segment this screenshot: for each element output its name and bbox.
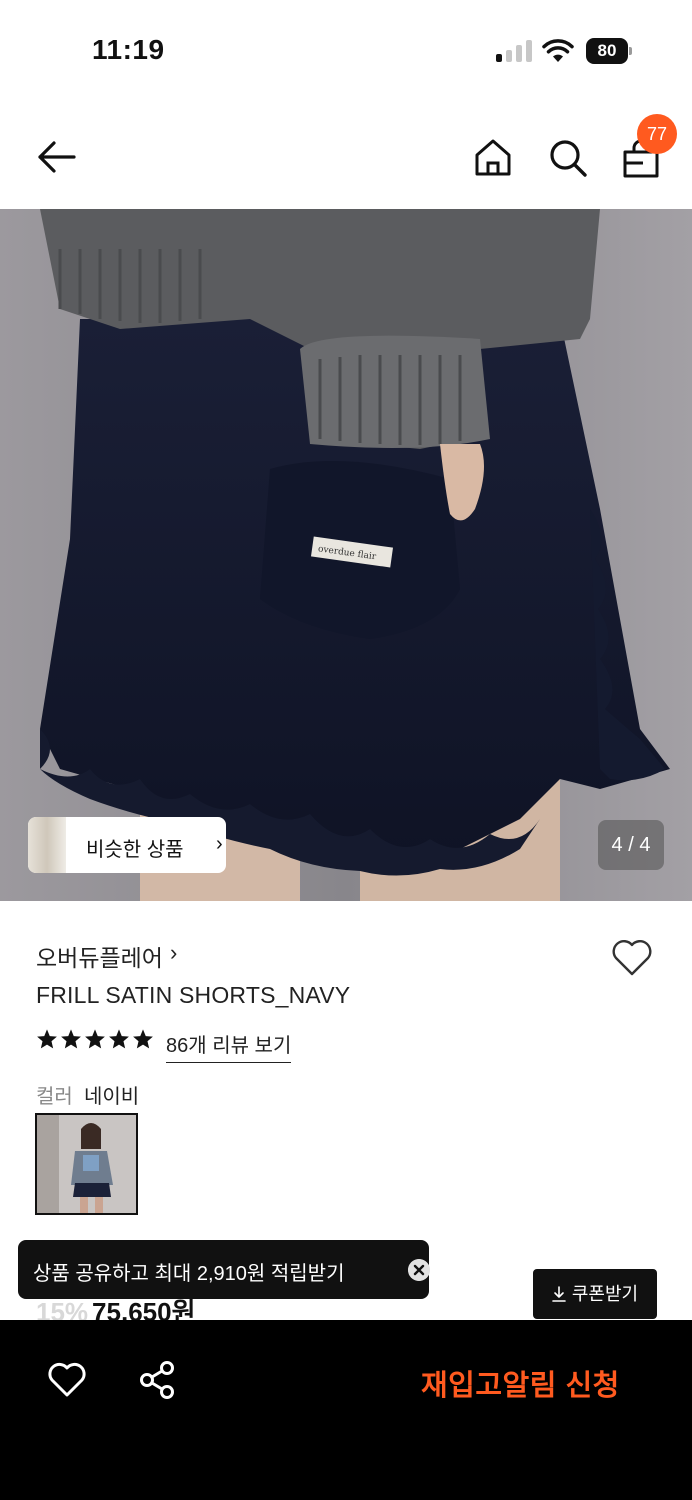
swatch-photo <box>37 1115 136 1213</box>
rating-stars <box>36 1028 154 1058</box>
cellular-signal-icon <box>496 40 532 62</box>
wifi-icon <box>542 39 574 62</box>
review-link[interactable]: 86개 리뷰 보기 <box>166 1029 292 1063</box>
status-time: 11:19 <box>92 34 165 65</box>
battery-level: 80 <box>586 38 628 64</box>
color-label: 컬러 <box>36 1086 73 1108</box>
share-reward-toast[interactable]: 상품 공유하고 최대 2,910원 적립받기 <box>18 1240 430 1299</box>
product-name: FRILL SATIN SHORTS_NAVY <box>36 982 351 1008</box>
star-icon <box>85 1029 105 1049</box>
status-bar: 11:19 80 <box>0 0 692 100</box>
chevron-right-icon: › <box>170 940 178 965</box>
brand-link[interactable]: 오버듀플레어 <box>36 939 163 973</box>
color-swatch-navy[interactable] <box>35 1113 138 1215</box>
product-image[interactable]: overdue flair <box>0 209 692 901</box>
heart-icon[interactable] <box>47 1360 87 1398</box>
coupon-download-button[interactable]: 쿠폰받기 <box>533 1269 657 1319</box>
similar-products-button[interactable]: 비슷한 상품 › <box>28 817 226 873</box>
sale-price: 75,650원 <box>92 1297 196 1322</box>
download-icon <box>552 1286 566 1302</box>
image-page-indicator: 4 / 4 <box>598 820 664 870</box>
chevron-right-icon: › <box>216 833 223 855</box>
bottom-action-bar <box>0 1320 692 1500</box>
similar-products-thumbnail <box>28 817 66 873</box>
share-reward-text: 상품 공유하고 최대 2,910원 적립받기 <box>33 1263 345 1285</box>
product-photo: overdue flair <box>0 209 692 901</box>
cart-count-badge: 77 <box>637 114 677 154</box>
close-icon[interactable] <box>408 1259 430 1281</box>
color-value: 네이비 <box>84 1086 140 1108</box>
star-icon <box>37 1029 57 1049</box>
discount-rate: 15% <box>36 1297 89 1322</box>
star-icon <box>109 1029 129 1049</box>
search-icon[interactable] <box>546 136 590 180</box>
back-arrow-icon[interactable] <box>34 135 78 179</box>
heart-icon[interactable] <box>610 937 654 977</box>
battery-icon: 80 <box>586 38 632 64</box>
restock-alert-button[interactable]: 재입고알림 신청 <box>421 1362 620 1404</box>
share-icon[interactable] <box>138 1360 176 1400</box>
star-icon <box>61 1029 81 1049</box>
similar-products-label: 비슷한 상품 <box>86 839 184 861</box>
home-icon[interactable] <box>471 136 515 180</box>
coupon-button-label: 쿠폰받기 <box>571 1284 639 1304</box>
star-icon <box>133 1029 153 1049</box>
